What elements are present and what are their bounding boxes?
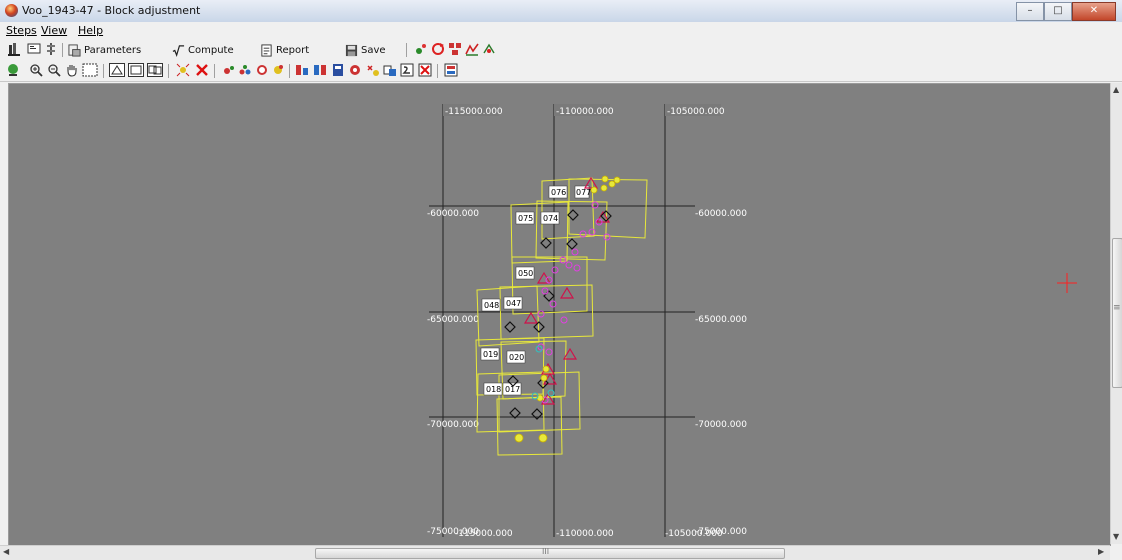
network-icon[interactable] <box>448 42 462 56</box>
refresh-icon[interactable] <box>431 42 445 56</box>
photo-footprints <box>475 177 648 456</box>
report-button[interactable]: Report <box>260 42 309 58</box>
grid-label: -60000.000 <box>427 209 479 219</box>
point-tool-4-icon[interactable] <box>271 63 285 77</box>
vertical-grip: ≡ <box>1113 303 1121 313</box>
window-title: Voo_1943-47 - Block adjustment <box>22 4 201 17</box>
grid-label: -115000.000 <box>455 529 513 539</box>
measure-tool-2-icon[interactable] <box>313 63 327 77</box>
zoom-in-icon[interactable] <box>29 63 43 77</box>
grid-labels-right: -60000.000 -65000.000 -70000.000 -75000.… <box>695 209 747 537</box>
menu-bar: Steps View Help <box>0 22 1122 38</box>
close-view-icon[interactable] <box>418 63 432 77</box>
minimize-button[interactable]: – <box>1016 2 1044 21</box>
save-button[interactable]: Save <box>345 42 386 58</box>
menu-view[interactable]: View <box>41 24 67 37</box>
select-points-icon[interactable] <box>176 63 190 77</box>
measure-tool-4-icon[interactable] <box>348 63 362 77</box>
photo-label-group: 076 077 075 074 050 048 047 019 020 018 … <box>480 185 591 396</box>
grid-label: -105000.000 <box>667 107 725 117</box>
report-label: Report <box>276 44 310 56</box>
photo-label: 048 <box>484 301 499 310</box>
show-overlap-icon[interactable] <box>147 63 163 77</box>
grid-label: -65000.000 <box>695 315 747 325</box>
statistics-icon[interactable] <box>465 42 479 56</box>
photo-label: 019 <box>483 350 498 359</box>
horizontal-grip: III <box>542 547 550 556</box>
grid-label: -70000.000 <box>427 420 479 430</box>
block-canvas[interactable]: -115000.000 -110000.000 -105000.000 -600… <box>8 83 1111 546</box>
block-graph[interactable]: -115000.000 -110000.000 -105000.000 -600… <box>9 84 1110 545</box>
scroll-right-icon[interactable]: ▶ <box>1098 547 1104 556</box>
compute-label: Compute <box>188 44 234 56</box>
zoom-window-icon[interactable] <box>82 63 98 77</box>
tie-points-icon[interactable] <box>414 42 428 56</box>
measure-tool-1-icon[interactable] <box>295 63 309 77</box>
point-tool-1-icon[interactable] <box>222 63 236 77</box>
grid-label: -110000.000 <box>556 529 614 539</box>
grid-labels-bottom: -115000.000 -110000.000 -105000.000 <box>455 529 723 539</box>
photo-label: 018 <box>486 385 501 394</box>
maximize-button[interactable]: □ <box>1044 2 1072 21</box>
title-bar: Voo_1943-47 - Block adjustment – □ ✕ <box>0 0 1122 23</box>
export-icon[interactable] <box>444 63 458 77</box>
measure-tool-6-icon[interactable] <box>383 63 397 77</box>
parameters-button[interactable]: Parameters <box>68 42 141 58</box>
horizontal-scrollbar[interactable]: ◀ III ▶ <box>0 545 1110 560</box>
vertical-scrollbar[interactable]: ▲ ≡ ▼ <box>1110 83 1122 544</box>
show-triangles-icon[interactable] <box>109 63 125 77</box>
grid-label: -65000.000 <box>427 315 479 325</box>
sqrt-icon <box>172 44 185 57</box>
measure-tool-3-icon[interactable] <box>331 63 345 77</box>
grid-label: -105000.000 <box>665 529 723 539</box>
photo-label: 077 <box>576 188 591 197</box>
menu-steps[interactable]: Steps <box>6 24 37 37</box>
view-toolbar <box>0 61 1122 82</box>
grid-label: -115000.000 <box>445 107 503 117</box>
grid-label: -70000.000 <box>695 420 747 430</box>
delete-icon[interactable] <box>195 63 209 77</box>
tree-icon[interactable] <box>44 42 58 56</box>
point-tool-2-icon[interactable] <box>238 63 252 77</box>
scroll-up-icon[interactable]: ▲ <box>1113 85 1119 94</box>
photo-label: 020 <box>509 353 524 362</box>
photo-label: 076 <box>551 188 566 197</box>
save-label: Save <box>361 44 386 56</box>
scroll-left-icon[interactable]: ◀ <box>3 547 9 556</box>
main-toolbar: Parameters Compute Report Save <box>0 40 1122 60</box>
overview-icon[interactable] <box>6 63 20 77</box>
zoom-out-icon[interactable] <box>47 63 61 77</box>
compute-button[interactable]: Compute <box>172 42 234 58</box>
grid-labels-left: -60000.000 -65000.000 -70000.000 -75000.… <box>427 209 479 537</box>
cursor-crosshair <box>1057 273 1077 293</box>
close-button[interactable]: ✕ <box>1072 2 1116 21</box>
grid-label: -110000.000 <box>556 107 614 117</box>
photo-label: 050 <box>518 269 533 278</box>
menu-help[interactable]: Help <box>78 24 103 37</box>
photo-label: 074 <box>543 214 558 223</box>
point-tool-3-icon[interactable] <box>255 63 269 77</box>
grid-label: -60000.000 <box>695 209 747 219</box>
steps-icon[interactable] <box>7 42 21 56</box>
report-icon <box>261 43 272 57</box>
vertical-scroll-thumb[interactable]: ≡ <box>1112 238 1122 388</box>
parameters-label: Parameters <box>84 44 142 56</box>
display-icon[interactable] <box>27 42 41 56</box>
measure-tool-7-icon[interactable] <box>400 63 414 77</box>
scroll-down-icon[interactable]: ▼ <box>1113 532 1119 541</box>
residuals-icon[interactable] <box>482 42 496 56</box>
photo-label: 047 <box>506 299 521 308</box>
photo-label: 075 <box>518 214 533 223</box>
pan-hand-icon[interactable] <box>65 63 79 77</box>
parameters-icon <box>68 43 81 57</box>
show-frames-icon[interactable] <box>128 63 144 77</box>
window-controls: – □ ✕ <box>1016 2 1116 21</box>
grid-labels-top: -115000.000 -110000.000 -105000.000 <box>443 104 725 117</box>
horizontal-scroll-thumb[interactable]: III <box>315 547 785 559</box>
save-icon <box>345 44 358 56</box>
measure-tool-5-icon[interactable] <box>366 63 380 77</box>
app-icon <box>5 4 18 17</box>
